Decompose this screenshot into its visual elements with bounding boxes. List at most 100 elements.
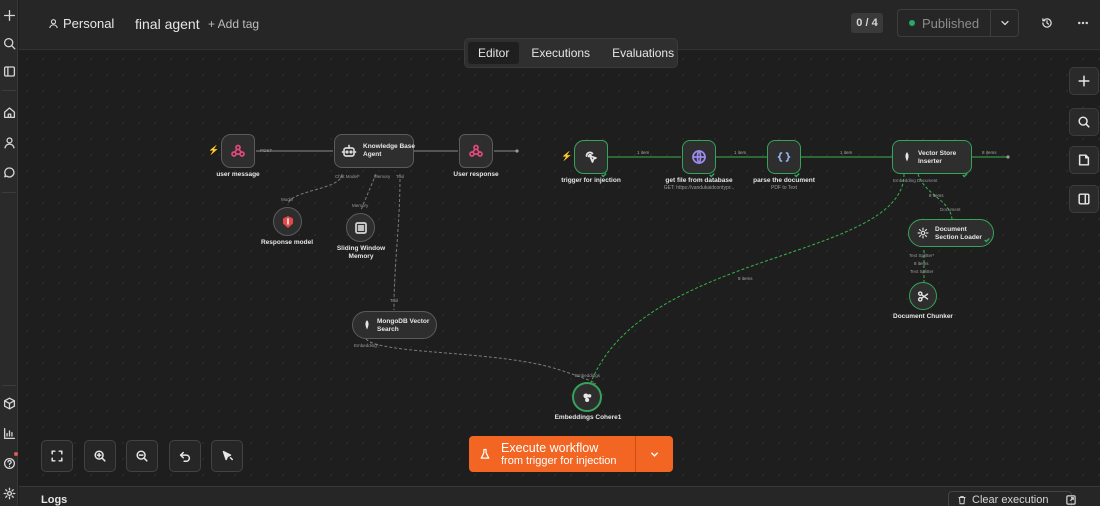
edge-label-1: 1 item [637,150,650,155]
trigger-injection-label: trigger for injection [561,177,621,184]
add-tag-button[interactable]: + Add tag [208,17,259,31]
user-icon[interactable] [1,134,17,150]
zoom-out-button[interactable] [126,440,158,472]
magic-pointer-icon [222,450,233,461]
zoom-out-icon [136,450,148,462]
webhook-icon [231,144,245,157]
success-check-icon [984,230,990,243]
insights-icon[interactable] [1,425,17,441]
node-sliding-memory[interactable] [346,213,375,242]
zoom-in-button[interactable] [84,440,116,472]
settings-icon[interactable] [1,485,17,501]
port-embeddings: Embeddings [575,373,601,378]
execute-subtitle: from trigger for injection [501,454,617,467]
globe-icon [692,150,706,164]
chat-icon[interactable] [1,164,17,180]
execute-dropdown[interactable] [636,436,673,472]
get-file-subtitle: GET: https://vandukaidcontypr... [663,185,735,191]
port-post: POST [260,148,273,153]
webhook-icon [469,144,483,157]
workflow-editor: Personal final agent + Add tag 0 / 4 Pub… [0,0,1100,506]
success-check-icon [601,165,607,178]
node-user-response[interactable] [459,134,493,168]
embeddings-cohere-label: Embeddings Cohere1 [554,414,622,421]
published-status[interactable]: Published [898,10,991,36]
plus-icon[interactable] [1,7,17,23]
document-chunker-label: Document Chunker [893,313,953,320]
port-embedding-document: Embedding Document [893,178,938,183]
chevron-down-icon [1000,20,1009,26]
search-icon[interactable] [1,35,17,51]
fit-view-icon [51,450,63,462]
tab-executions[interactable]: Executions [521,42,600,64]
trigger-bolt-icon: ⚡ [561,151,573,161]
project-breadcrumb[interactable]: Personal [48,16,114,31]
edge-label-7: 8 items [738,276,753,281]
success-check-icon [709,165,715,178]
logs-title[interactable]: Logs [41,494,67,506]
undo-button[interactable] [169,440,201,472]
user-message-label: user message [216,171,260,178]
publish-dropdown[interactable] [991,17,1018,29]
more-options-button[interactable] [1075,15,1091,31]
add-node-button[interactable] [1069,67,1099,95]
tidy-up-button[interactable] [211,440,243,472]
port-embedding: Embedding* [354,343,379,348]
templates-icon[interactable] [1,395,17,411]
popout-icon [1066,495,1076,505]
port-memory-2: Memory [352,203,369,208]
port-text-splitter-2: Text Splitter [910,269,934,274]
divider [2,192,16,193]
mongodb-leaf-icon [365,320,369,330]
execute-workflow-control: Execute workflow from trigger for inject… [469,436,673,472]
toggle-panel-button[interactable] [1069,185,1099,213]
port-document: Document [940,207,961,212]
port-memory: Memory [374,174,391,179]
edge-label-2: 1 item [734,150,747,155]
divider [2,90,16,91]
history-button[interactable] [1039,15,1055,31]
sticky-note-button[interactable] [1069,146,1099,174]
edge-label-3: 1 item [840,150,853,155]
search-nodes-button[interactable] [1069,108,1099,136]
kb-agent-label: Knowledge Base Agent [363,143,416,158]
port-model: Model [281,197,294,202]
fit-view-button[interactable] [41,440,73,472]
panel-toggle-icon[interactable] [1,63,17,79]
port-tool: Tool [396,174,405,179]
port-text-splitter: Text Splitter* [909,253,935,258]
memory-icon [354,221,367,234]
note-icon [1078,154,1090,166]
node-response-model[interactable] [273,207,302,236]
more-icon [1078,21,1088,25]
tab-evaluations[interactable]: Evaluations [602,42,684,64]
node-embeddings-cohere[interactable] [572,382,602,412]
node-user-message[interactable] [221,134,255,168]
cohere-logo-icon [582,392,591,402]
edge-label-5: 8 items [929,193,944,198]
search-icon [1078,116,1090,128]
settings-icon [917,227,929,239]
success-check-icon [794,165,800,178]
panel-icon [1078,193,1090,205]
execute-title: Execute workflow [501,440,599,455]
popout-button[interactable] [1065,493,1077,505]
execute-workflow-button[interactable]: Execute workflow from trigger for inject… [469,436,636,472]
help-icon[interactable] [1,455,17,471]
published-label: Published [922,15,980,31]
tab-editor[interactable]: Editor [468,42,520,64]
robot-icon [341,144,357,157]
get-file-label: get file from database [665,177,733,184]
notification-dot [14,452,18,456]
publish-control[interactable]: Published [897,9,1019,37]
node-document-chunker[interactable] [909,282,937,310]
chevron-down-icon [651,451,658,457]
parse-document-subtitle: PDF to Text [770,185,798,191]
clear-execution-label: Clear execution [972,494,1049,506]
clear-execution-button[interactable]: Clear execution [948,491,1072,506]
scissors-icon [917,290,928,302]
home-icon[interactable] [1,104,17,120]
version-counter: 0 / 4 [851,13,883,33]
workflow-name[interactable]: final agent [135,16,200,32]
plus-icon [1078,75,1090,87]
